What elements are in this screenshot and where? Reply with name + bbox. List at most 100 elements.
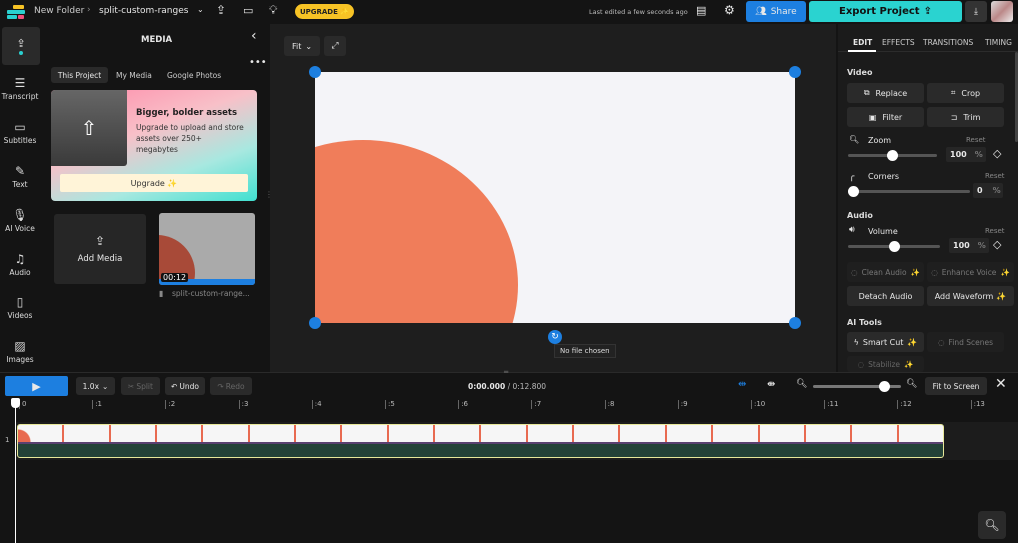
zoom-in-icon[interactable]: 🔍︎ xyxy=(906,379,917,389)
lightbulb-icon[interactable]: 💡︎ xyxy=(269,3,277,18)
fit-timeline-icon[interactable]: ⇼ xyxy=(767,379,775,390)
more-options-icon[interactable]: ••• xyxy=(249,57,267,68)
volume-slider[interactable] xyxy=(848,241,940,252)
resize-handle-br[interactable] xyxy=(789,317,801,329)
collapse-panel-icon[interactable]: ‹ xyxy=(251,28,257,44)
transcript-icon: ☰ xyxy=(14,76,26,90)
redo-button[interactable]: ↷ Redo xyxy=(210,377,252,395)
clip-frame xyxy=(898,425,943,442)
volume-value-input[interactable]: 100% xyxy=(949,238,989,253)
comments-icon[interactable]: ▤ xyxy=(696,4,706,17)
video-preview[interactable] xyxy=(315,72,795,323)
search-button[interactable]: 🔍︎ xyxy=(978,511,1006,539)
undo-icon: ↶ xyxy=(171,381,178,391)
breadcrumb-folder[interactable]: New Folder xyxy=(34,6,84,16)
snap-icon[interactable]: ⇹ xyxy=(738,379,746,390)
promo-upgrade-button[interactable]: Upgrade ✨ xyxy=(60,174,248,192)
fit-to-screen-button[interactable]: Fit to Screen xyxy=(925,377,987,395)
redo-icon: ↷ xyxy=(217,381,224,391)
add-waveform-button[interactable]: Add Waveform ✨ xyxy=(927,286,1014,306)
zoom-value-input[interactable]: 100% xyxy=(946,147,986,162)
tab-edit[interactable]: EDIT xyxy=(853,38,872,47)
fit-dropdown[interactable]: Fit ⌄ xyxy=(284,36,320,56)
corners-slider[interactable] xyxy=(848,186,970,197)
play-button[interactable]: ▶ xyxy=(5,376,68,396)
share-button[interactable]: 👥︎ Share xyxy=(746,1,806,22)
user-add-icon: 👥︎ xyxy=(755,6,767,17)
resize-handle-tl[interactable] xyxy=(309,66,321,78)
volume-reset[interactable]: Reset xyxy=(985,227,1005,235)
trim-button[interactable]: ⊐ Trim xyxy=(927,107,1004,127)
subtitles-preview-icon[interactable]: ▭ xyxy=(243,4,253,17)
corners-reset[interactable]: Reset xyxy=(985,172,1005,180)
rail-videos[interactable]: ▯ Videos xyxy=(0,295,40,320)
rail-images[interactable]: ▨ Images xyxy=(0,339,40,364)
find-scenes-button[interactable]: ◌ Find Scenes xyxy=(927,332,1004,352)
project-name[interactable]: split-custom-ranges xyxy=(99,6,188,16)
rail-upload-button[interactable]: ⇪ xyxy=(2,27,40,65)
playhead-handle[interactable] xyxy=(11,398,20,408)
aspect-ratio-button[interactable]: ⤢ xyxy=(324,36,346,56)
stabilize-label: Stabilize xyxy=(868,359,901,369)
ruler-tick: :11 xyxy=(824,400,838,409)
chevron-down-icon[interactable]: ⌄ xyxy=(197,5,204,14)
zoom-slider-knob[interactable] xyxy=(887,150,898,161)
enhance-voice-button[interactable]: ◌ Enhance Voice ✨ xyxy=(927,262,1014,282)
corners-slider-knob[interactable] xyxy=(848,186,859,197)
keyframe-icon[interactable]: ◇ xyxy=(993,147,1001,160)
split-button[interactable]: ✂ Split xyxy=(121,377,160,395)
smart-cut-button[interactable]: ϟ Smart Cut ✨ xyxy=(847,332,924,352)
tab-this-project[interactable]: This Project xyxy=(51,67,108,83)
ruler-tick: :2 xyxy=(165,400,175,409)
crop-button[interactable]: ⌗ Crop xyxy=(927,83,1004,103)
filter-button[interactable]: ▣ Filter xyxy=(847,107,924,127)
playhead[interactable] xyxy=(15,400,16,543)
clean-audio-button[interactable]: ◌ Clean Audio ✨ xyxy=(847,262,924,282)
filter-icon: ▣ xyxy=(868,112,877,122)
rail-label: AI Voice xyxy=(5,224,35,233)
video-clip[interactable] xyxy=(17,424,944,458)
tab-google-photos[interactable]: Google Photos xyxy=(167,71,221,80)
media-clip-thumbnail[interactable]: 00:12 xyxy=(159,213,255,285)
close-timeline-icon[interactable]: ✕ xyxy=(995,376,1007,392)
detach-audio-button[interactable]: Detach Audio xyxy=(847,286,924,306)
logo-icon[interactable] xyxy=(7,5,25,19)
upgrade-button[interactable]: UPGRADE ✨ xyxy=(295,4,354,19)
volume-slider-knob[interactable] xyxy=(888,241,900,252)
tab-transitions[interactable]: TRANSITIONS xyxy=(923,38,973,47)
download-button[interactable]: ⤓ xyxy=(965,1,987,22)
timeline-resize-handle[interactable]: ═ xyxy=(504,368,508,376)
stabilize-button[interactable]: ◌ Stabilize ✨ xyxy=(847,356,924,372)
rail-text[interactable]: ✎ Text xyxy=(0,164,40,189)
undo-button[interactable]: ↶ Undo xyxy=(165,377,205,395)
tab-timing[interactable]: TIMING xyxy=(985,38,1012,47)
rail-subtitles[interactable]: ▭ Subtitles xyxy=(0,120,40,145)
keyframe-icon[interactable]: ◇ xyxy=(993,238,1001,251)
zoom-out-icon[interactable]: 🔍︎ xyxy=(796,379,807,389)
track-number: 1 xyxy=(5,436,10,444)
rail-ai-voice[interactable]: 🎙︎ AI Voice xyxy=(0,208,40,233)
crop-label: Crop xyxy=(961,88,981,98)
resize-handle-bl[interactable] xyxy=(309,317,321,329)
resize-handle-tr[interactable] xyxy=(789,66,801,78)
upload-icon[interactable]: ⇪ xyxy=(216,3,226,17)
export-project-button[interactable]: Export Project ⇪ xyxy=(809,1,962,22)
tab-effects[interactable]: EFFECTS xyxy=(882,38,915,47)
loading-icon: ◌ xyxy=(931,267,938,277)
rotate-handle-icon[interactable]: ↻ xyxy=(548,330,562,344)
speed-dropdown[interactable]: 1.0x ⌄ xyxy=(76,377,115,395)
replace-button[interactable]: ⧉ Replace xyxy=(847,83,924,103)
timeline-zoom-slider[interactable] xyxy=(813,381,901,392)
tab-my-media[interactable]: My Media xyxy=(116,71,152,80)
clip-frame xyxy=(759,425,806,442)
rail-transcript[interactable]: ☰ Transcript xyxy=(0,76,40,101)
zoom-slider[interactable] xyxy=(848,150,937,161)
avatar[interactable] xyxy=(991,1,1013,22)
gear-icon[interactable]: ⚙ xyxy=(724,3,735,17)
ruler-tick: :10 xyxy=(751,400,765,409)
corners-value-input[interactable]: 0% xyxy=(973,183,1003,198)
add-media-button[interactable]: ⇪ Add Media xyxy=(54,214,146,284)
zoom-value: 100 xyxy=(950,150,967,159)
rail-audio[interactable]: ♫ Audio xyxy=(0,252,40,277)
zoom-reset[interactable]: Reset xyxy=(966,136,986,144)
